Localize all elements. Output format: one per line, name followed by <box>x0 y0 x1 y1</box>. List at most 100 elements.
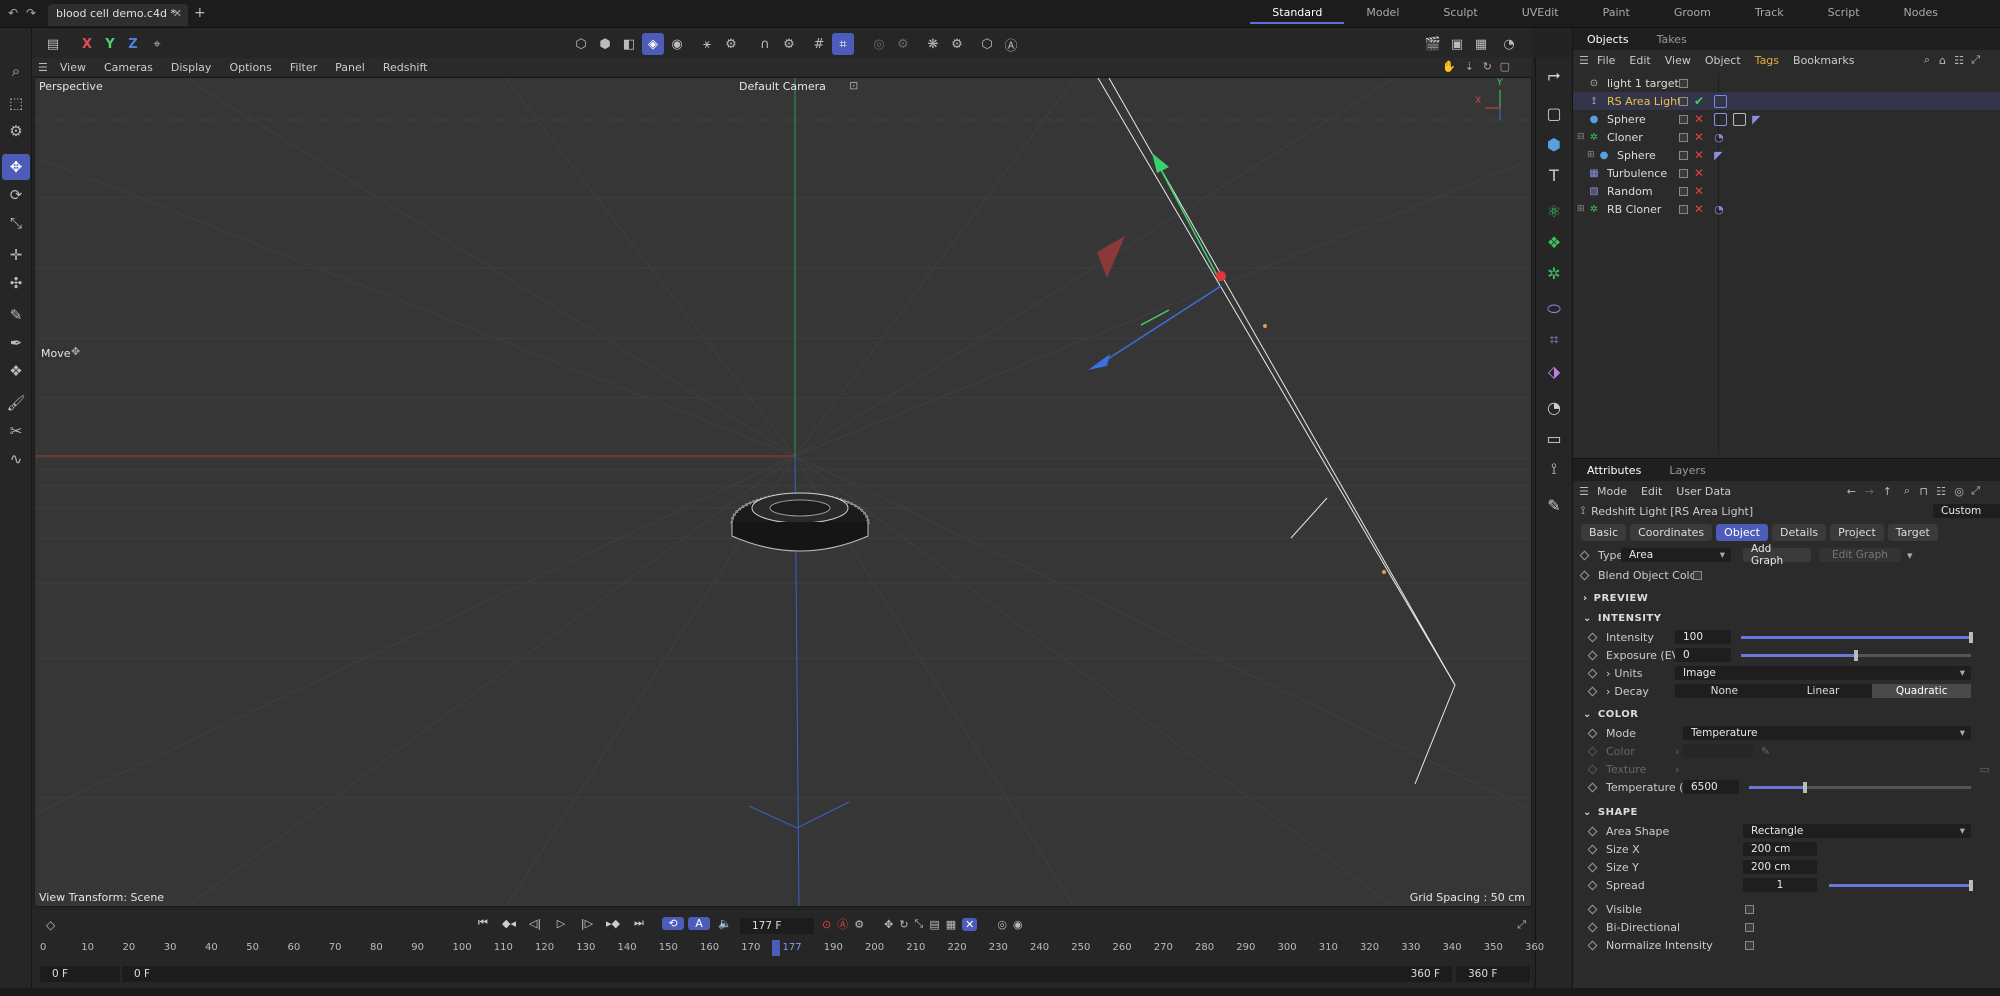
keyframe-diamond-icon[interactable]: ◇ <box>46 918 55 932</box>
area-light-gizmo[interactable] <box>1088 78 1456 785</box>
symmetry-icon[interactable]: ❋ <box>922 33 944 55</box>
size-y-input[interactable]: 200 cm <box>1743 860 1817 874</box>
layout-tab-sculpt[interactable]: Sculpt <box>1421 6 1499 24</box>
range-start-field[interactable]: 0 F <box>122 966 1232 982</box>
go-to-end-icon[interactable]: ⏭ <box>628 916 650 930</box>
keyframe-icon[interactable] <box>1579 570 1590 580</box>
model-mode-icon[interactable]: ◈ <box>642 33 664 55</box>
projection-label[interactable]: Perspective <box>39 80 103 93</box>
visibility-toggle[interactable] <box>1679 78 1688 88</box>
orbit-icon[interactable]: ↻ <box>1483 60 1492 73</box>
keyframe-icon[interactable] <box>1587 862 1598 872</box>
section-color[interactable]: ⌄ COLOR <box>1573 704 2000 724</box>
gear-icon[interactable]: ⚙ <box>854 918 864 931</box>
transform-icon[interactable]: ✣ <box>2 270 30 296</box>
expand-icon[interactable]: ⊞ <box>1577 204 1587 214</box>
cube-icon[interactable]: ⬢ <box>1539 130 1569 158</box>
layout-tab-uvedit[interactable]: UVEdit <box>1500 6 1581 24</box>
hamburger-menu-icon[interactable]: ☰ <box>1579 54 1589 67</box>
folder-icon[interactable]: ▭ <box>1980 763 1990 776</box>
menu-view[interactable]: View <box>1665 54 1691 67</box>
visibility-toggle[interactable] <box>1679 168 1688 178</box>
menu-cameras[interactable]: Cameras <box>104 61 153 74</box>
menu-mode[interactable]: Mode <box>1597 485 1627 498</box>
exposure-slider[interactable] <box>1741 650 1971 661</box>
key-rotation-icon[interactable]: ↻ <box>899 918 908 931</box>
edit-graph-button[interactable]: Edit Graph <box>1819 548 1901 562</box>
settings-circle-icon[interactable]: ◎ <box>1954 485 1964 498</box>
forward-arrow-icon[interactable]: → <box>1865 485 1874 498</box>
coordinate-system-icon[interactable]: ⌖ <box>146 33 168 55</box>
menu-tags[interactable]: Tags <box>1755 54 1779 67</box>
blend-object-color-checkbox[interactable] <box>1693 570 1702 580</box>
color-swatch[interactable] <box>1683 744 1753 758</box>
redo-icon[interactable]: ↷ <box>26 6 36 20</box>
menu-redshift[interactable]: Redshift <box>383 61 428 74</box>
color-mode-dropdown[interactable]: Temperature <box>1683 726 1971 740</box>
disabled-x-icon[interactable]: ✕ <box>1694 130 1704 144</box>
layout-tab-model[interactable]: Model <box>1344 6 1421 24</box>
key-points-icon[interactable]: ✕ <box>962 917 978 931</box>
hamburger-menu-icon[interactable]: ☰ <box>1579 485 1589 498</box>
preset-dropdown[interactable]: Custom <box>1933 504 2000 518</box>
maximize-icon[interactable]: ⤢ <box>1971 53 1980 67</box>
phong-tag-icon[interactable] <box>1714 112 1728 126</box>
decay-option-linear[interactable]: Linear <box>1774 684 1873 698</box>
eyedropper-icon[interactable]: ✎ <box>1761 745 1770 758</box>
close-icon[interactable]: ✕ <box>173 7 182 20</box>
loop-icon[interactable]: ⟲ <box>662 916 684 930</box>
dolly-icon[interactable]: ⇣ <box>1465 60 1474 73</box>
keyframe-icon[interactable] <box>1587 746 1598 756</box>
disabled-x-icon[interactable]: ✕ <box>1694 112 1704 126</box>
layout-tab-paint[interactable]: Paint <box>1581 6 1652 24</box>
knife-icon[interactable]: ✂ <box>2 418 30 444</box>
snap-grid-icon[interactable]: ⌗ <box>832 33 854 55</box>
y-axis-lock-button[interactable]: Y <box>99 33 121 55</box>
section-intensity[interactable]: ⌄ INTENSITY <box>1573 608 2000 628</box>
deformer-icon[interactable]: ⬭ <box>1539 295 1569 323</box>
tab-layers[interactable]: Layers <box>1655 464 1719 477</box>
texture-mode-icon[interactable]: ◉ <box>666 33 688 55</box>
chevron-right-icon[interactable]: › <box>1606 667 1610 680</box>
motion-system-icon[interactable]: ◎ <box>997 918 1007 931</box>
pan-icon[interactable]: ✋ <box>1442 60 1456 73</box>
maximize-icon[interactable]: ▢ <box>1500 60 1510 73</box>
step-back-icon[interactable]: ◁| <box>524 917 546 930</box>
hamburger-menu-icon[interactable]: ☰ <box>38 61 48 74</box>
list-item-turbulence[interactable]: ▦ Turbulence ✕ <box>1573 164 2000 182</box>
motion-tracker-icon[interactable]: ◉ <box>1013 918 1023 931</box>
spline-pen-icon[interactable]: ✒ <box>2 330 30 356</box>
mograph-icon[interactable]: ❖ <box>1539 228 1569 256</box>
menu-display[interactable]: Display <box>171 61 212 74</box>
temperature-input[interactable]: 6500 <box>1683 780 1739 794</box>
snap-move-icon[interactable]: ✛ <box>2 242 30 268</box>
cloner-tools-icon[interactable]: ❖ <box>2 358 30 384</box>
effector-icon[interactable]: ✲ <box>1539 259 1569 287</box>
move-icon[interactable]: ✥ <box>2 154 30 180</box>
key-pla-icon[interactable]: ▦ <box>946 918 956 931</box>
back-arrow-icon[interactable]: ← <box>1847 485 1856 498</box>
layout-tab-script[interactable]: Script <box>1806 6 1882 24</box>
spread-input[interactable]: 1 <box>1743 878 1817 892</box>
layout-tab-nodes[interactable]: Nodes <box>1882 6 1960 24</box>
add-graph-button[interactable]: Add Graph <box>1743 543 1811 567</box>
list-item-rs-area-light[interactable]: ⟟ RS Area Light ✔ <box>1573 92 2000 110</box>
menu-edit[interactable]: Edit <box>1641 485 1662 498</box>
menu-object[interactable]: Object <box>1705 54 1741 67</box>
normalize-intensity-checkbox[interactable] <box>1745 940 1754 950</box>
current-frame-field[interactable]: 177 F <box>740 918 814 934</box>
material-tag-icon[interactable]: ◤ <box>1752 113 1760 126</box>
mograph-tag-icon[interactable]: ◔ <box>1714 203 1724 216</box>
light-tag-icon[interactable] <box>1714 94 1728 108</box>
list-item-light-target[interactable]: ⊙ light 1 target <box>1573 74 2000 92</box>
menu-filter[interactable]: Filter <box>290 61 317 74</box>
document-tab[interactable]: blood cell demo.c4d * ✕ <box>48 4 188 26</box>
layout-tab-groom[interactable]: Groom <box>1652 6 1733 24</box>
key-scale-icon[interactable]: ⤡ <box>915 917 924 931</box>
text-icon[interactable]: T <box>1539 161 1569 189</box>
generator-icon[interactable]: ⚛ <box>1539 197 1569 225</box>
camera-label[interactable]: Default Camera <box>739 80 826 93</box>
attr-tab-coordinates[interactable]: Coordinates <box>1630 524 1713 541</box>
axis-mode-icon[interactable]: ⚹ <box>696 33 718 55</box>
chevron-right-icon[interactable]: › <box>1606 685 1610 698</box>
